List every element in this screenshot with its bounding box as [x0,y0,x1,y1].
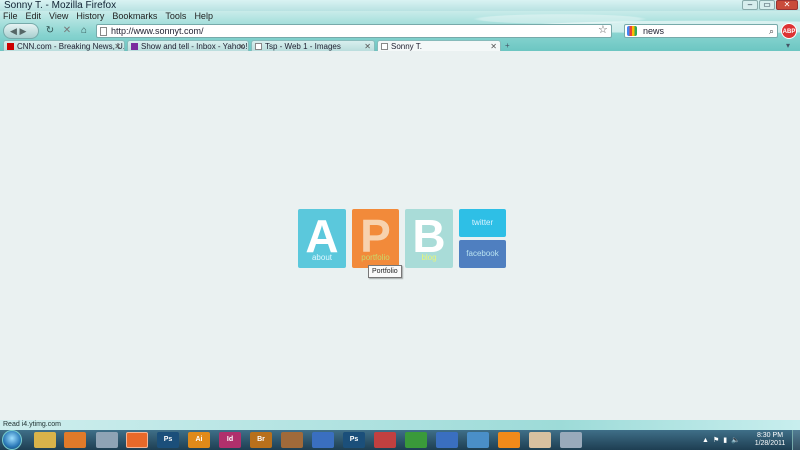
url-text: http://www.sonnyt.com/ [111,26,204,36]
menu-bookmarks[interactable]: Bookmarks [112,11,157,22]
bookmark-star-icon[interactable]: ☆ [598,23,608,36]
messenger-icon[interactable] [312,432,334,448]
yahoo-icon [131,43,138,50]
explorer-icon[interactable] [34,432,56,448]
menu-edit[interactable]: Edit [26,11,42,22]
tab-label: Tsp - Web 1 - Images [265,42,341,51]
minimize-button[interactable]: – [742,0,758,10]
updater-icon[interactable] [405,432,427,448]
google-search-engine-icon[interactable] [627,26,637,36]
tab-label: Show and tell - Inbox - Yahoo! Mail [141,42,248,51]
window-title: Sonny T. - Mozilla Firefox [4,0,117,11]
action-center-flag-icon[interactable]: ⚑ [713,436,719,444]
close-window-button[interactable]: ✕ [776,0,798,10]
tab-label: CNN.com - Breaking News, U.S., W... [17,42,125,51]
blog-label: blog [421,253,437,262]
shield-app-icon[interactable] [467,432,489,448]
search-text: news [643,26,665,36]
clock-date: 1/28/2011 [754,440,786,447]
about-label: about [311,253,333,262]
photoshop-icon-2[interactable]: Ps [343,432,365,448]
blog-tile[interactable]: B blog [405,209,453,268]
firefox-icon[interactable] [126,432,148,448]
menu-file[interactable]: File [3,11,18,22]
facebook-label: facebook [466,249,499,258]
checkmark-app-icon[interactable] [436,432,458,448]
taskbar-clock[interactable]: 8:30 PM 1/28/2011 [752,432,788,448]
portfolio-tooltip: Portfolio [368,265,402,278]
menu-tools[interactable]: Tools [165,11,186,22]
search-icon[interactable]: ⌕ [769,25,774,37]
portfolio-tile[interactable]: P portfolio [352,209,399,268]
photoshop-icon[interactable]: Ps [157,432,179,448]
show-hidden-icons-icon[interactable]: ▲ [702,437,709,444]
browser-chrome: File Edit View History Bookmarks Tools H… [0,11,800,52]
maximize-button[interactable]: ▭ [759,0,775,10]
list-all-tabs-icon[interactable]: ▾ [786,41,790,50]
start-button-icon[interactable] [2,430,22,450]
window-app-icon[interactable] [560,432,582,448]
page-favicon-icon [100,27,107,36]
bridge-icon[interactable]: Br [250,432,272,448]
menu-bar: File Edit View History Bookmarks Tools H… [0,11,213,22]
status-bar: Read i4.ytimg.com [0,420,800,430]
menu-history[interactable]: History [76,11,104,22]
vlc-icon[interactable] [498,432,520,448]
menu-help[interactable]: Help [194,11,213,22]
back-forward-button[interactable]: ◀ ▶ [3,23,39,39]
home-icon[interactable]: ⌂ [77,24,91,38]
tab-label: Sonny T. [391,42,422,51]
forward-arrow-icon: ▶ [19,26,27,36]
page-content: A about P portfolio B blog twitter faceb… [0,51,800,420]
page-icon [381,43,388,50]
network-icon[interactable]: ▮ [723,436,727,444]
status-text: Read i4.ytimg.com [3,421,61,428]
facebook-tile[interactable]: facebook [459,240,506,268]
itunes-icon[interactable] [374,432,396,448]
about-tile[interactable]: A about [298,209,346,268]
app-icon[interactable] [96,432,118,448]
reload-icon[interactable]: ↻ [43,24,57,38]
paint-icon[interactable] [529,432,551,448]
show-desktop-button[interactable] [792,430,800,450]
window-controls: – ▭ ✕ [742,0,798,10]
stop-icon[interactable]: ✕ [60,24,74,38]
menu-view[interactable]: View [49,11,68,22]
adblock-plus-icon[interactable]: ABP [781,23,797,39]
illustrator-icon[interactable]: Ai [188,432,210,448]
clock-time: 8:30 PM [756,432,784,439]
url-bar[interactable]: http://www.sonnyt.com/ [96,24,612,38]
twitter-tile[interactable]: twitter [459,209,506,237]
window-titlebar: Sonny T. - Mozilla Firefox – ▭ ✕ [0,0,800,11]
new-tab-icon[interactable]: + [505,41,510,50]
indesign-icon[interactable]: Id [219,432,241,448]
volume-icon[interactable]: 🔈 [731,436,740,444]
archive-icon[interactable] [281,432,303,448]
back-arrow-icon: ◀ [10,26,17,36]
navigation-toolbar: ◀ ▶ ↻ ✕ ⌂ http://www.sonnyt.com/ ☆ news … [0,23,800,39]
media-player-icon[interactable] [64,432,86,448]
search-box[interactable]: news ⌕ [624,24,778,38]
cnn-icon [7,43,14,50]
twitter-label: twitter [471,218,494,227]
system-tray: ▲ ⚑ ▮ 🔈 [702,430,740,450]
portfolio-label: portfolio [361,253,390,262]
page-icon [255,43,262,50]
windows-taskbar: Ps Ai Id Br Ps ▲ ⚑ ▮ 🔈 8:30 PM 1/28/2011 [0,430,800,450]
